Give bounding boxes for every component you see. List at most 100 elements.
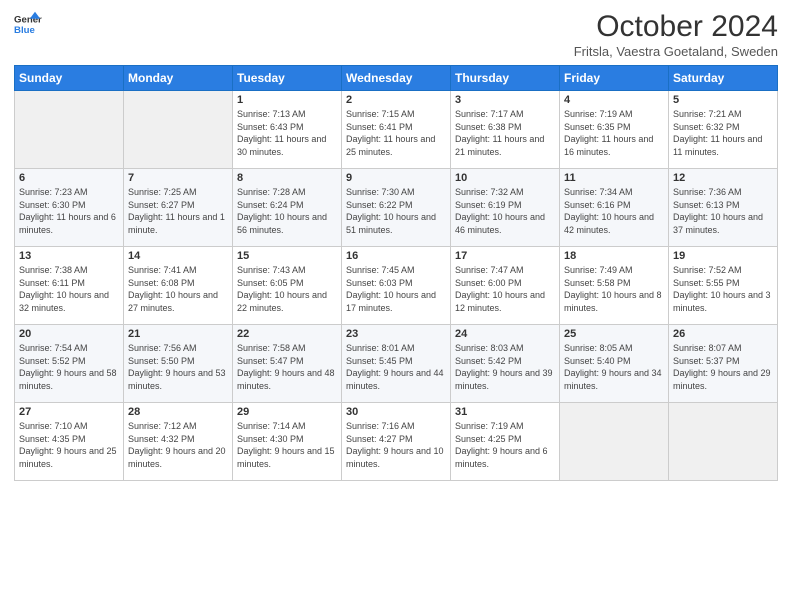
day-number: 8 [237, 172, 337, 184]
day-info: Sunrise: 7:19 AM Sunset: 6:35 PM Dayligh… [564, 108, 664, 158]
table-row: 17 Sunrise: 7:47 AM Sunset: 6:00 PM Dayli… [451, 247, 560, 325]
day-info: Sunrise: 7:32 AM Sunset: 6:19 PM Dayligh… [455, 186, 555, 236]
day-info: Sunrise: 7:30 AM Sunset: 6:22 PM Dayligh… [346, 186, 446, 236]
day-info: Sunrise: 7:38 AM Sunset: 6:11 PM Dayligh… [19, 264, 119, 314]
table-row: 27 Sunrise: 7:10 AM Sunset: 4:35 PM Dayli… [15, 403, 124, 481]
day-info: Sunrise: 7:21 AM Sunset: 6:32 PM Dayligh… [673, 108, 773, 158]
table-row: 15Sunrise: 7:43 AM Sunset: 6:05 PM Dayli… [233, 247, 342, 325]
day-number: 4 [564, 94, 664, 106]
day-number: 17 [455, 250, 555, 262]
table-row: 11 Sunrise: 7:34 AM Sunset: 6:16 PM Dayli… [560, 169, 669, 247]
day-number: 19 [673, 250, 773, 262]
calendar-week-row: 1 Sunrise: 7:13 AM Sunset: 6:43 PM Daylig… [15, 91, 778, 169]
table-row: 10 Sunrise: 7:32 AM Sunset: 6:19 PM Dayli… [451, 169, 560, 247]
col-wednesday: Wednesday [342, 66, 451, 91]
day-info: Sunrise: 7:41 AM Sunset: 6:08 PM Dayligh… [128, 264, 228, 314]
calendar-week-row: 6 Sunrise: 7:23 AM Sunset: 6:30 PM Daylig… [15, 169, 778, 247]
day-info: Sunrise: 7:19 AM Sunset: 4:25 PM Dayligh… [455, 420, 555, 470]
table-row: 8 Sunrise: 7:28 AM Sunset: 6:24 PM Daylig… [233, 169, 342, 247]
day-number: 23 [346, 328, 446, 340]
table-row: 4 Sunrise: 7:19 AM Sunset: 6:35 PM Daylig… [560, 91, 669, 169]
day-number: 12 [673, 172, 773, 184]
col-monday: Monday [124, 66, 233, 91]
day-info: Sunrise: 7:47 AM Sunset: 6:00 PM Dayligh… [455, 264, 555, 314]
col-thursday: Thursday [451, 66, 560, 91]
day-info: Sunrise: 7:16 AM Sunset: 4:27 PM Dayligh… [346, 420, 446, 470]
day-info: Sunrise: 7:28 AM Sunset: 6:24 PM Dayligh… [237, 186, 337, 236]
day-info: Sunrise: 7:25 AM Sunset: 6:27 PM Dayligh… [128, 186, 228, 236]
day-number: 22 [237, 328, 337, 340]
day-number: 18 [564, 250, 664, 262]
day-number: 27 [19, 406, 119, 418]
day-number: 5 [673, 94, 773, 106]
table-row [669, 403, 778, 481]
day-number: 28 [128, 406, 228, 418]
table-row: 7 Sunrise: 7:25 AM Sunset: 6:27 PM Daylig… [124, 169, 233, 247]
day-info: Sunrise: 7:15 AM Sunset: 6:41 PM Dayligh… [346, 108, 446, 158]
table-row: 2 Sunrise: 7:15 AM Sunset: 6:41 PM Daylig… [342, 91, 451, 169]
table-row: 14 Sunrise: 7:41 AM Sunset: 6:08 PM Dayli… [124, 247, 233, 325]
day-number: 29 [237, 406, 337, 418]
day-number: 7 [128, 172, 228, 184]
calendar-week-row: 27 Sunrise: 7:10 AM Sunset: 4:35 PM Dayli… [15, 403, 778, 481]
calendar-header-row: Sunday Monday Tuesday Wednesday Thursday… [15, 66, 778, 91]
day-info: Sunrise: 7:23 AM Sunset: 6:30 PM Dayligh… [19, 186, 119, 236]
day-number: 13 [19, 250, 119, 262]
day-number: 3 [455, 94, 555, 106]
table-row: 31 Sunrise: 7:19 AM Sunset: 4:25 PM Dayli… [451, 403, 560, 481]
day-number: 16 [346, 250, 446, 262]
table-row: 12 Sunrise: 7:36 AM Sunset: 6:13 PM Dayli… [669, 169, 778, 247]
table-row: 1 Sunrise: 7:13 AM Sunset: 6:43 PM Daylig… [233, 91, 342, 169]
day-info: Sunrise: 7:34 AM Sunset: 6:16 PM Dayligh… [564, 186, 664, 236]
table-row: 5 Sunrise: 7:21 AM Sunset: 6:32 PM Daylig… [669, 91, 778, 169]
day-number: 15 [237, 250, 337, 262]
table-row: 24Sunrise: 8:03 AM Sunset: 5:42 PM Dayli… [451, 325, 560, 403]
table-row: 6 Sunrise: 7:23 AM Sunset: 6:30 PM Daylig… [15, 169, 124, 247]
col-tuesday: Tuesday [233, 66, 342, 91]
day-number: 1 [237, 94, 337, 106]
table-row [124, 91, 233, 169]
day-info: Sunrise: 8:03 AM Sunset: 5:42 PM Dayligh… [455, 342, 555, 392]
calendar-week-row: 20Sunrise: 7:54 AM Sunset: 5:52 PM Dayli… [15, 325, 778, 403]
calendar-week-row: 13 Sunrise: 7:38 AM Sunset: 6:11 PM Dayli… [15, 247, 778, 325]
month-title: October 2024 [574, 10, 778, 44]
table-row: 20Sunrise: 7:54 AM Sunset: 5:52 PM Dayli… [15, 325, 124, 403]
day-info: Sunrise: 7:52 AM Sunset: 5:55 PM Dayligh… [673, 264, 773, 314]
logo-icon: General Blue [14, 10, 42, 38]
day-info: Sunrise: 7:56 AM Sunset: 5:50 PM Dayligh… [128, 342, 228, 392]
col-friday: Friday [560, 66, 669, 91]
day-number: 21 [128, 328, 228, 340]
day-number: 2 [346, 94, 446, 106]
day-number: 10 [455, 172, 555, 184]
table-row [15, 91, 124, 169]
location: Fritsla, Vaestra Goetaland, Sweden [574, 44, 778, 59]
table-row: 29 Sunrise: 7:14 AM Sunset: 4:30 PM Dayli… [233, 403, 342, 481]
table-row: 22 Sunrise: 7:58 AM Sunset: 5:47 PM Dayli… [233, 325, 342, 403]
table-row: 9 Sunrise: 7:30 AM Sunset: 6:22 PM Daylig… [342, 169, 451, 247]
table-row: 16Sunrise: 7:45 AM Sunset: 6:03 PM Dayli… [342, 247, 451, 325]
day-info: Sunrise: 7:10 AM Sunset: 4:35 PM Dayligh… [19, 420, 119, 470]
day-info: Sunrise: 7:13 AM Sunset: 6:43 PM Dayligh… [237, 108, 337, 158]
table-row: 25Sunrise: 8:05 AM Sunset: 5:40 PM Dayli… [560, 325, 669, 403]
table-row: 23Sunrise: 8:01 AM Sunset: 5:45 PM Dayli… [342, 325, 451, 403]
title-block: October 2024 Fritsla, Vaestra Goetaland,… [574, 10, 778, 59]
svg-text:Blue: Blue [14, 25, 35, 36]
table-row: 3Sunrise: 7:17 AM Sunset: 6:38 PM Daylig… [451, 91, 560, 169]
day-number: 14 [128, 250, 228, 262]
day-number: 9 [346, 172, 446, 184]
day-number: 11 [564, 172, 664, 184]
day-info: Sunrise: 7:58 AM Sunset: 5:47 PM Dayligh… [237, 342, 337, 392]
table-row: 28Sunrise: 7:12 AM Sunset: 4:32 PM Dayli… [124, 403, 233, 481]
calendar-table: Sunday Monday Tuesday Wednesday Thursday… [14, 65, 778, 481]
day-number: 31 [455, 406, 555, 418]
day-number: 30 [346, 406, 446, 418]
day-info: Sunrise: 7:36 AM Sunset: 6:13 PM Dayligh… [673, 186, 773, 236]
table-row: 30 Sunrise: 7:16 AM Sunset: 4:27 PM Dayli… [342, 403, 451, 481]
day-number: 6 [19, 172, 119, 184]
page-header: General Blue October 2024 Fritsla, Vaest… [14, 10, 778, 59]
table-row: 13 Sunrise: 7:38 AM Sunset: 6:11 PM Dayli… [15, 247, 124, 325]
day-info: Sunrise: 7:49 AM Sunset: 5:58 PM Dayligh… [564, 264, 664, 314]
day-info: Sunrise: 7:14 AM Sunset: 4:30 PM Dayligh… [237, 420, 337, 470]
day-info: Sunrise: 8:05 AM Sunset: 5:40 PM Dayligh… [564, 342, 664, 392]
day-number: 26 [673, 328, 773, 340]
